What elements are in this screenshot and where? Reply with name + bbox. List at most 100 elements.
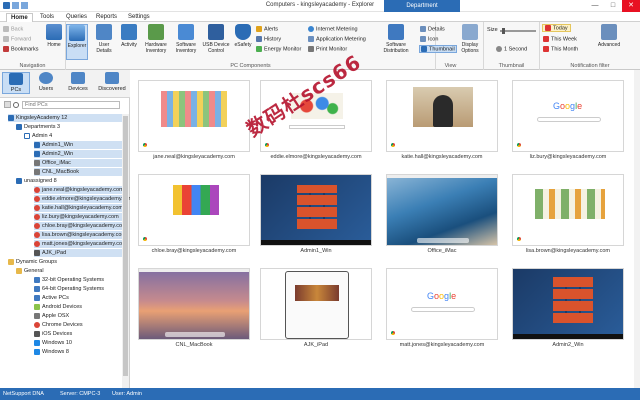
explorer-button[interactable]: Explorer	[66, 24, 88, 60]
tab-settings[interactable]: Settings	[124, 13, 154, 22]
tree-node-pc[interactable]: liz.bury@kingsleyacademy.com	[34, 213, 122, 221]
nav-devices[interactable]: Devices	[64, 72, 92, 92]
taskbar	[513, 334, 623, 339]
windows-icon	[34, 339, 40, 346]
tree-node-pc[interactable]: eddie.elmore@kingsleyacademy.com	[34, 195, 133, 203]
pc-thumbnail[interactable]: chloe.bray@kingsleyacademy.com	[138, 174, 250, 260]
size-slider-thumb[interactable]	[502, 28, 505, 34]
tree-node-general[interactable]: General	[16, 267, 44, 275]
tree-node-query[interactable]: Windows 10	[34, 339, 72, 347]
user-details-button[interactable]: User Details	[92, 24, 116, 54]
tree-node-pc[interactable]: jane.neal@kingsleyacademy.com	[34, 186, 124, 194]
refresh-interval-dropdown[interactable]: 1 Second	[496, 46, 527, 52]
home-label: Home	[47, 42, 61, 48]
thumbnail-view-button[interactable]: Thumbnail	[419, 45, 457, 54]
tree-node-query[interactable]: iOS Devices	[34, 330, 72, 338]
tree-node-root[interactable]: KingsleyAcademy 12	[8, 114, 122, 122]
bookmarks-button[interactable]: Bookmarks	[3, 46, 39, 52]
back-button[interactable]: Back	[3, 26, 23, 32]
advanced-filter-button[interactable]: Advanced	[596, 24, 622, 48]
group-label-thumbnail: Thumbnail	[498, 63, 525, 69]
tree-node-query[interactable]: 64-bit Operating Systems	[34, 285, 104, 293]
grid-scrollbar[interactable]	[634, 70, 640, 388]
home-button[interactable]: Home	[44, 24, 64, 48]
clock-icon	[496, 46, 502, 52]
tree-node-pc[interactable]: lisa.brown@kingsleyacademy.com	[34, 231, 126, 239]
tree-node-pc[interactable]: chloe.bray@kingsleyacademy.com	[34, 222, 127, 230]
nav-pcs[interactable]: PCs	[2, 72, 30, 94]
internet-metering-label: Internet Metering	[316, 26, 358, 33]
alerts-button[interactable]: Alerts	[256, 26, 278, 32]
tree-node-pc[interactable]: AJK_iPad	[34, 249, 122, 257]
internet-metering-button[interactable]: Internet Metering	[308, 26, 358, 32]
tree-label: Android Devices	[42, 304, 83, 310]
tree-node-departments[interactable]: Departments 3	[16, 123, 60, 131]
chrome-icon	[34, 186, 40, 193]
chrome-icon	[34, 231, 40, 238]
tab-tools[interactable]: Tools	[36, 13, 58, 22]
tree-node-dynamic-groups[interactable]: Dynamic Groups	[8, 258, 57, 266]
sidebar-scrollbar[interactable]	[122, 114, 129, 388]
status-server: Server: CMPC-3	[60, 391, 101, 397]
forward-button[interactable]: Forward	[3, 36, 31, 42]
tree-node-pc[interactable]: Admin1_Win	[34, 141, 122, 149]
pc-thumbnail[interactable]: AJK_iPad	[260, 268, 372, 354]
tree-node-pc[interactable]: Office_iMac	[34, 159, 122, 167]
tree-node-query[interactable]: Android Devices	[34, 303, 82, 311]
tree-node-pc[interactable]: katie.hall@kingsleyacademy.com	[34, 204, 123, 212]
collapse-icon[interactable]	[4, 101, 11, 108]
hardware-inventory-button[interactable]: Hardware Inventory	[142, 24, 170, 54]
apple-icon	[34, 159, 40, 166]
screen-preview: Google	[512, 80, 624, 152]
tree-node-query[interactable]: Chrome Devices	[34, 321, 83, 329]
usb-device-control-button[interactable]: USB Device Control	[202, 24, 230, 54]
chrome-icon	[34, 195, 40, 202]
pc-thumbnail[interactable]: Admin2_Win	[512, 268, 624, 354]
tree-node-query[interactable]: Active PCs	[34, 294, 69, 302]
pc-thumbnail[interactable]: jane.neal@kingsleyacademy.com	[138, 80, 250, 166]
details-view-button[interactable]: Details	[420, 26, 445, 32]
tree-node-query[interactable]: Windows 8	[34, 348, 69, 356]
tree-label: Windows 10	[42, 340, 72, 346]
tree-node-unassigned[interactable]: unassigned 8	[16, 177, 57, 185]
tab-queries[interactable]: Queries	[62, 13, 91, 22]
display-options-button[interactable]: Display Options	[458, 24, 482, 54]
software-inventory-button[interactable]: Software Inventory	[172, 24, 200, 54]
nav-buttons: PCs Users Devices Discovered	[0, 70, 130, 98]
pc-thumbnail[interactable]: katie.hall@kingsleyacademy.com	[386, 80, 498, 166]
pc-thumbnail[interactable]: Admin1_Win	[260, 174, 372, 260]
tab-home[interactable]: Home	[6, 13, 33, 22]
maximize-button[interactable]: □	[604, 0, 622, 12]
pc-thumbnail[interactable]: Office_iMac	[386, 174, 498, 260]
tree-node-query[interactable]: Apple OSX	[34, 312, 69, 320]
pc-thumbnail[interactable]: CNL_MacBook	[138, 268, 250, 354]
software-distribution-button[interactable]: Software Distribution	[376, 24, 416, 54]
tree-node-admin[interactable]: Admin 4	[24, 132, 52, 140]
find-pcs-input[interactable]	[22, 101, 120, 109]
esafety-button[interactable]: eSafety	[232, 24, 254, 48]
application-metering-button[interactable]: Application Metering	[308, 36, 366, 42]
filter-this-month[interactable]: This Month	[543, 46, 578, 52]
tree-node-pc[interactable]: CNL_MacBook	[34, 168, 122, 176]
portrait-figure	[433, 95, 453, 127]
tree-node-pc[interactable]: matt.jones@kingsleyacademy.com	[34, 240, 127, 248]
activity-button[interactable]: Activity	[118, 24, 140, 48]
tab-reports[interactable]: Reports	[92, 13, 121, 22]
history-button[interactable]: History	[256, 36, 281, 42]
tree-node-pc[interactable]: Admin2_Win	[34, 150, 122, 158]
sidebar-scroll-thumb[interactable]	[123, 116, 128, 376]
nav-users[interactable]: Users	[32, 72, 60, 92]
close-button[interactable]: ✕	[622, 0, 640, 12]
icon-view-button[interactable]: Icon	[420, 36, 438, 42]
tree-node-query[interactable]: 32-bit Operating Systems	[34, 276, 104, 284]
energy-monitor-button[interactable]: Energy Monitor	[256, 46, 301, 52]
filter-today[interactable]: Today	[542, 24, 571, 33]
filter-this-week[interactable]: This Week	[543, 36, 577, 42]
pc-thumbnail[interactable]: Google matt.jones@kingsleyacademy.com	[386, 268, 498, 354]
size-slider[interactable]	[500, 28, 536, 34]
usb-icon	[208, 24, 224, 40]
minimize-button[interactable]: —	[586, 0, 604, 12]
nav-discovered[interactable]: Discovered	[96, 72, 128, 92]
pc-thumbnail[interactable]: Google liz.bury@kingsleyacademy.com	[512, 80, 624, 166]
pc-thumbnail[interactable]: lisa.brown@kingsleyacademy.com	[512, 174, 624, 260]
